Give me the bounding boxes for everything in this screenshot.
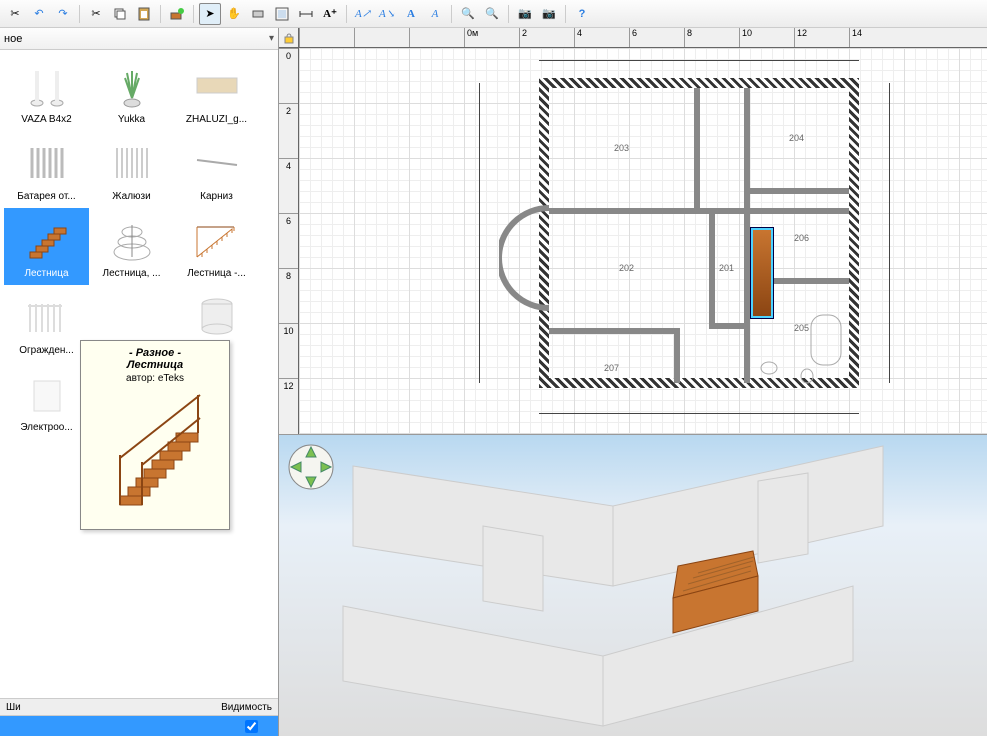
furniture-catalog: VAZA B4x2 Yukka ZHALUZI_g... Батарея от.… — [0, 50, 278, 698]
wall-icon[interactable] — [247, 3, 269, 25]
furniture-tooltip: - Разное - Лестница автор: eTeks — [80, 340, 230, 530]
room-label: 202 — [619, 263, 634, 273]
hand-icon[interactable]: ✋ — [223, 3, 245, 25]
item-label: ZHALUZI_g... — [176, 114, 257, 125]
item-electric[interactable]: Электроо... — [4, 362, 89, 439]
item-label: Электроо... — [6, 422, 87, 433]
chevron-down-icon[interactable]: ▾ — [269, 33, 274, 44]
bold-icon[interactable]: A — [400, 3, 422, 25]
stairs-object[interactable] — [751, 228, 773, 318]
properties-header: Ши Видимость — [0, 698, 278, 716]
room-label: 206 — [794, 233, 809, 243]
item-stairs[interactable]: Лестница — [4, 208, 89, 285]
plan-view[interactable]: 0м 2 4 6 8 10 12 14 0 2 4 6 8 10 12 — [279, 28, 987, 434]
item-zhaluzi[interactable]: ZHALUZI_g... — [174, 54, 259, 131]
item-label: Жалюзи — [91, 191, 172, 202]
room-icon[interactable] — [271, 3, 293, 25]
room-label: 201 — [719, 263, 734, 273]
add-furniture-icon[interactable] — [166, 3, 188, 25]
photo-icon[interactable]: 📷 — [538, 3, 560, 25]
item-stairs-spiral[interactable]: Лестница, ... — [89, 208, 174, 285]
ruler-corner — [279, 28, 299, 48]
cut-icon[interactable]: ✂ — [85, 3, 107, 25]
vertical-ruler: 0 2 4 6 8 10 12 — [279, 48, 299, 434]
italic-icon[interactable]: A — [424, 3, 446, 25]
3d-view[interactable] — [279, 434, 987, 736]
undo-icon[interactable]: ↶ — [28, 3, 50, 25]
room-label: 205 — [794, 323, 809, 333]
plan-canvas[interactable]: 203 204 202 201 206 205 207 — [299, 48, 987, 434]
dimension-icon[interactable] — [295, 3, 317, 25]
text-icon[interactable]: A⁺ — [319, 3, 341, 25]
help-icon[interactable]: ? — [571, 3, 593, 25]
item-label: Карниз — [176, 191, 257, 202]
properties-row[interactable] — [0, 716, 278, 736]
item-label: Огражден... — [6, 345, 87, 356]
item-label: Yukka — [91, 114, 172, 125]
item-label: Лестница -... — [176, 268, 257, 279]
item-fence[interactable]: Огражден... — [4, 285, 89, 362]
main-toolbar: ✂ ↶ ↷ ✂ ➤ ✋ A⁺ A↗ A↘ A A 🔍 🔍 📷 📷 ? — [0, 0, 987, 28]
item-blinds[interactable]: Жалюзи — [89, 131, 174, 208]
lock-icon — [283, 32, 295, 44]
item-cornice[interactable]: Карниз — [174, 131, 259, 208]
tooltip-author: автор: eTeks — [87, 373, 223, 384]
scale-up-icon[interactable]: A↗ — [352, 3, 374, 25]
item-stairs-side[interactable]: Лестница -... — [174, 208, 259, 285]
furniture-panel: ное ▾ VAZA B4x2 Yukka ZHALUZI_g... — [0, 28, 279, 736]
paste-icon[interactable] — [133, 3, 155, 25]
copy-icon[interactable] — [109, 3, 131, 25]
item-vaza[interactable]: VAZA B4x2 — [4, 54, 89, 131]
tooltip-title: Лестница — [87, 359, 223, 371]
category-label: ное — [4, 33, 22, 45]
item-label: Батарея от... — [6, 191, 87, 202]
room-label: 203 — [614, 143, 629, 153]
category-selector[interactable]: ное ▾ — [0, 28, 278, 50]
room-label: 204 — [789, 133, 804, 143]
col-visible: Видимость — [221, 702, 272, 713]
item-radiator[interactable]: Батарея от... — [4, 131, 89, 208]
scale-down-icon[interactable]: A↘ — [376, 3, 398, 25]
item-yukka[interactable]: Yukka — [89, 54, 174, 131]
cursor-icon[interactable]: ➤ — [199, 3, 221, 25]
zoom-in-icon[interactable]: 🔍 — [457, 3, 479, 25]
tooltip-preview — [100, 390, 210, 520]
zoom-out-icon[interactable]: 🔍 — [481, 3, 503, 25]
floorplan: 203 204 202 201 206 205 207 — [399, 48, 969, 434]
item-label: VAZA B4x2 — [6, 114, 87, 125]
col-width: Ши — [6, 702, 21, 713]
item-label: Лестница — [6, 268, 87, 279]
3d-scene — [283, 436, 983, 736]
room-label: 207 — [604, 363, 619, 373]
redo-icon[interactable]: ↷ — [52, 3, 74, 25]
tooltip-category: - Разное - — [87, 347, 223, 359]
item-label: Лестница, ... — [91, 268, 172, 279]
scissors-icon[interactable]: ✂ — [4, 3, 26, 25]
camera-icon[interactable]: 📷 — [514, 3, 536, 25]
horizontal-ruler: 0м 2 4 6 8 10 12 14 — [299, 28, 987, 48]
visibility-checkbox[interactable] — [245, 720, 258, 733]
